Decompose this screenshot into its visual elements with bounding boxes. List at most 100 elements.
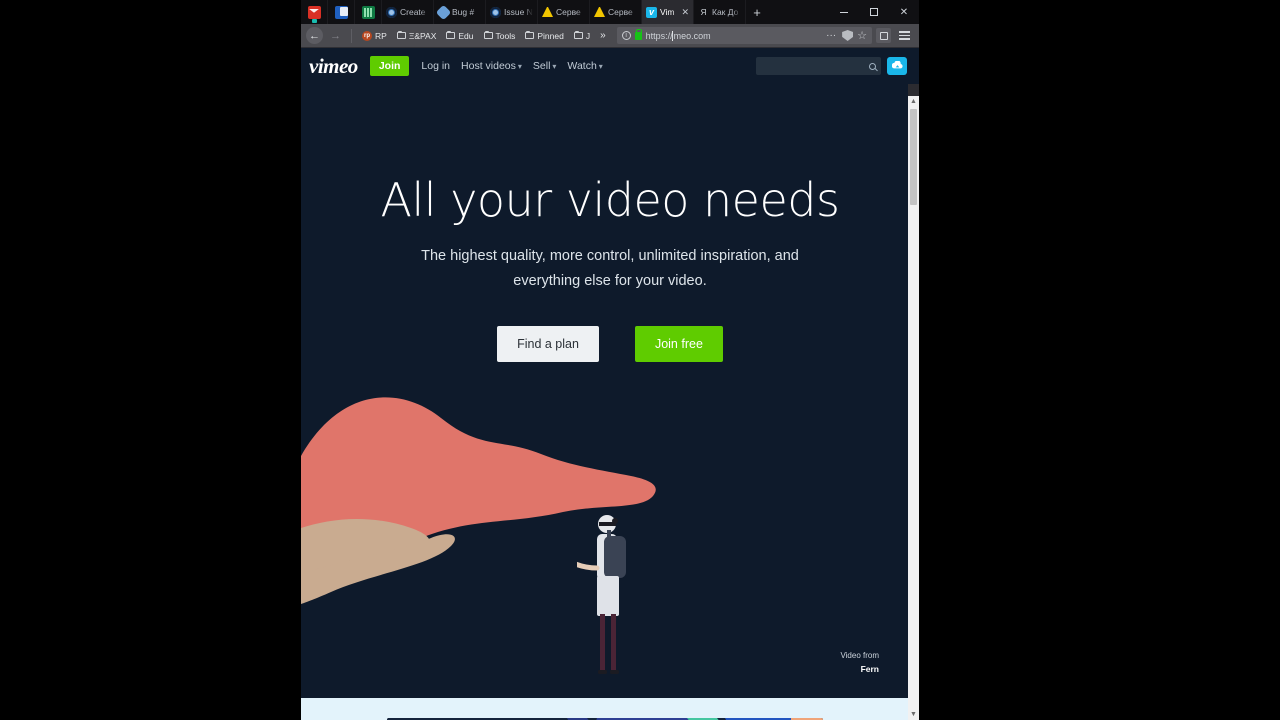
window-controls: ✕: [829, 0, 919, 24]
page-title: All your video needs: [380, 173, 840, 227]
address-bar[interactable]: i https://imeo.com ··· ☆: [616, 27, 872, 44]
hero-copy: All your video needs The highest quality…: [301, 84, 919, 363]
chevron-down-icon: ▾: [598, 62, 603, 71]
hero-cta-group: Find a plan Join free: [301, 326, 919, 363]
rp-icon: rp: [362, 30, 372, 41]
account-button[interactable]: [876, 28, 891, 43]
vimeo-icon: [646, 6, 657, 18]
tab-label: Как До: [712, 7, 739, 17]
folder-icon: [396, 31, 406, 39]
search-input[interactable]: [756, 57, 881, 75]
outlook-icon: [334, 5, 348, 19]
tab-bug[interactable]: Bug #: [434, 0, 486, 24]
folder-icon: [573, 31, 583, 39]
jira-icon: [490, 6, 501, 18]
search-icon[interactable]: [869, 62, 876, 70]
scroll-up-icon[interactable]: ▲: [908, 96, 919, 107]
bookmark-edu[interactable]: Edu: [443, 31, 476, 41]
tab-label: Issue N: [504, 7, 533, 17]
find-a-plan-button[interactable]: Find a plan: [497, 326, 599, 363]
bookmark-j[interactable]: J: [571, 31, 593, 41]
nav-item-log-in[interactable]: Log in: [421, 60, 450, 72]
warning-icon: [594, 7, 605, 17]
nav-item-watch[interactable]: Watch ▾: [567, 60, 602, 72]
lock-icon: [634, 28, 643, 40]
bookmark-tools[interactable]: Tools: [481, 31, 519, 41]
shield-icon[interactable]: [842, 30, 854, 41]
bookmark-pax[interactable]: Ξ&PAX: [394, 31, 440, 41]
tab-strip: Create Bug # Issue N Серве Серве Vim: [301, 0, 919, 24]
warning-icon: [542, 7, 553, 17]
chevron-down-icon: ▾: [552, 62, 557, 71]
bookmark-star-icon[interactable]: ☆: [857, 29, 867, 42]
page-scrollbar[interactable]: ▲ ▼: [908, 96, 919, 720]
bookmark-rp[interactable]: rp RP: [359, 30, 390, 41]
chevron-down-icon: ▾: [517, 62, 522, 71]
bookmark-label: Ξ&PAX: [408, 30, 437, 41]
folder-icon: [525, 31, 535, 39]
join-button[interactable]: Join: [369, 56, 410, 76]
page-viewport: vimeo Join Log in Host videos ▾ Sell ▾ Wat…: [301, 48, 919, 720]
menu-icon[interactable]: [895, 31, 914, 40]
bookmark-pinned[interactable]: Pinned: [522, 31, 566, 41]
gmail-pinned-tab[interactable]: [301, 0, 328, 24]
new-tab-button[interactable]: +: [746, 0, 768, 24]
site-nav: Log in Host videos ▾ Sell ▾ Watch ▾: [421, 60, 602, 72]
nav-item-host-videos[interactable]: Host videos ▾: [461, 60, 522, 72]
tab-label: Серве: [608, 7, 633, 17]
bookmark-label: Pinned: [537, 30, 564, 41]
hero-subheading: The highest quality, more control, unlim…: [421, 248, 799, 290]
bookmark-label: Edu: [458, 30, 474, 41]
tab-label: Vim: [660, 7, 675, 17]
nav-item-sell[interactable]: Sell ▾: [533, 60, 557, 72]
sheets-icon: [361, 5, 375, 19]
tab-create[interactable]: Create: [382, 0, 434, 24]
bookmark-label: J: [585, 30, 591, 41]
ru-icon: Я: [700, 7, 707, 17]
folder-icon: [446, 31, 456, 39]
hero-illustration: [301, 397, 656, 604]
tab-label: Create: [400, 7, 426, 17]
maximize-button[interactable]: [859, 0, 889, 24]
video-credit-author: Fern: [860, 663, 879, 674]
tab-vimeo[interactable]: Vim ✕: [642, 0, 694, 24]
bookmark-label: RP: [375, 30, 387, 41]
outlook-pinned-tab[interactable]: [328, 0, 355, 24]
forward-button[interactable]: →: [327, 27, 344, 44]
vimeo-logo[interactable]: vimeo: [309, 54, 358, 79]
page-info-icon[interactable]: i: [621, 31, 631, 40]
gmail-icon: [307, 5, 321, 23]
bookmarks-overflow-icon[interactable]: »: [597, 30, 609, 41]
close-icon[interactable]: ✕: [681, 7, 689, 18]
scroll-down-icon[interactable]: ▼: [908, 709, 919, 720]
join-free-button[interactable]: Join free: [634, 326, 723, 363]
tab-label: Bug #: [452, 7, 475, 17]
sheets-pinned-tab[interactable]: [355, 0, 382, 24]
tab-label: Серве: [556, 7, 581, 17]
tab-issue[interactable]: Issue N: [486, 0, 538, 24]
minimize-button[interactable]: [829, 0, 859, 24]
bug-icon: [435, 4, 452, 20]
page-actions-icon[interactable]: ···: [824, 30, 838, 41]
tab-kak-do[interactable]: Я Как До: [694, 0, 746, 24]
close-window-button[interactable]: ✕: [889, 0, 919, 24]
browser-window: Create Bug # Issue N Серве Серве Vim: [301, 0, 919, 720]
promo-section: Unexpected Discoveries: [301, 698, 919, 720]
video-credit-label: Video from: [840, 650, 879, 660]
video-credit: Video from Fern: [840, 649, 879, 676]
bookmark-label: Tools: [495, 30, 516, 41]
site-header: vimeo Join Log in Host videos ▾ Sell ▾ Wat…: [301, 48, 919, 84]
url-text[interactable]: https://imeo.com: [646, 30, 820, 41]
navigation-toolbar: ← → rp RP Ξ&PAX Edu Tools Pinned J » i h…: [301, 24, 919, 48]
tab-server-1[interactable]: Серве: [538, 0, 590, 24]
hero-section: All your video needs The highest quality…: [301, 84, 919, 698]
toolbar-divider: [351, 28, 352, 43]
upload-button[interactable]: [887, 57, 907, 75]
site-header-right: [756, 57, 907, 75]
back-button[interactable]: ←: [306, 27, 323, 44]
tab-server-2[interactable]: Серве: [590, 0, 642, 24]
scrollbar-thumb[interactable]: [910, 109, 917, 205]
upload-icon: [891, 60, 903, 68]
jira-icon: [386, 6, 397, 18]
screen: Create Bug # Issue N Серве Серве Vim: [0, 0, 1280, 720]
